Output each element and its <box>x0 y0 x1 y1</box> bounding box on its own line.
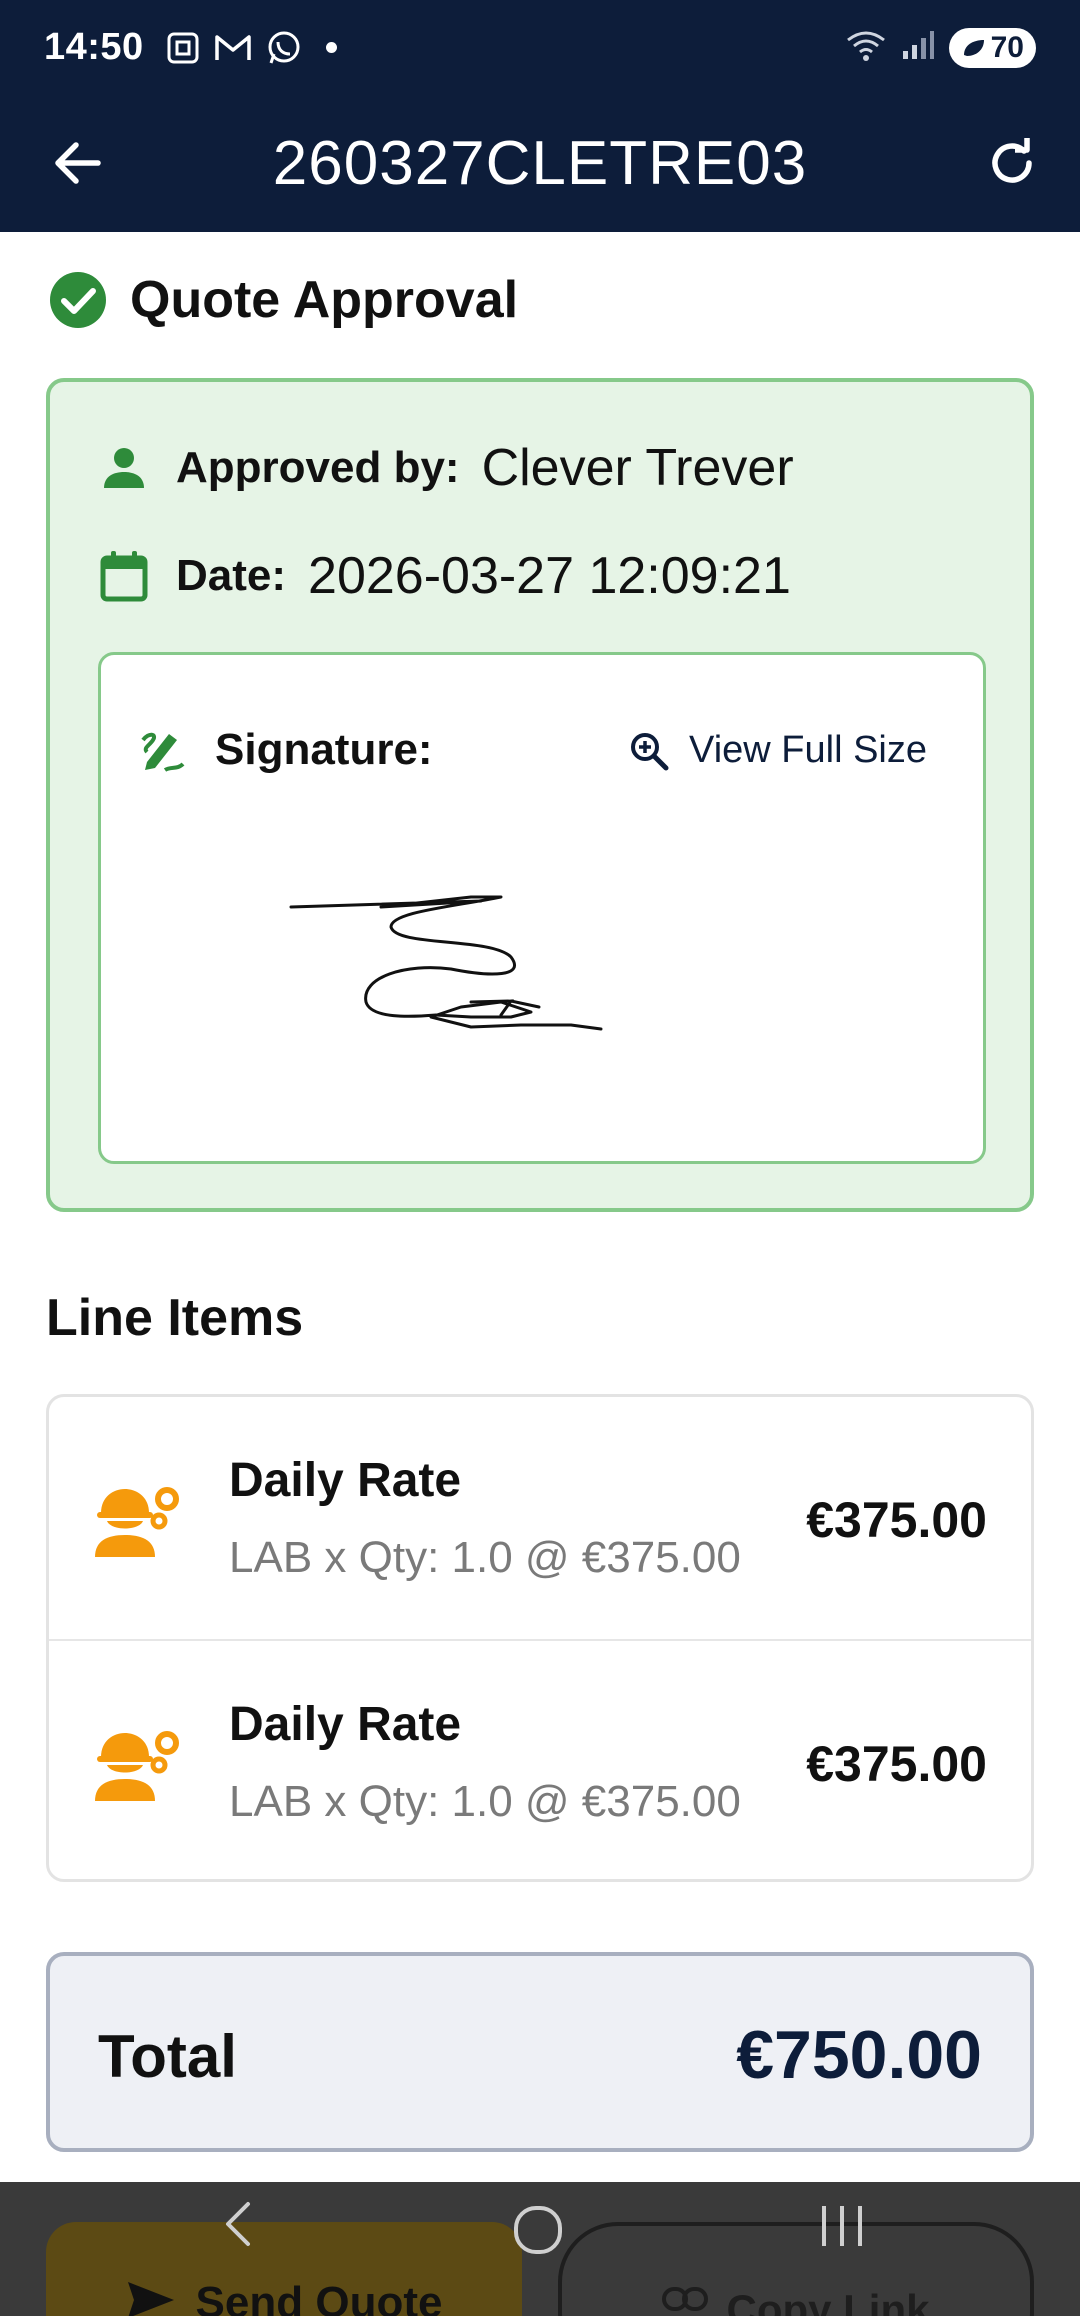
nav-back-icon[interactable] <box>220 2200 254 2248</box>
line-item[interactable]: Daily Rate LAB x Qty: 1.0 @ €375.00 €375… <box>49 1397 1031 1639</box>
line-item-name: Daily Rate <box>229 1454 462 1507</box>
person-icon <box>104 448 144 488</box>
signature-header: Signature: <box>139 725 433 775</box>
notification-icons <box>166 30 337 66</box>
gmail-icon <box>214 33 252 63</box>
back-button[interactable] <box>48 133 108 193</box>
nav-home-icon[interactable] <box>514 2206 562 2254</box>
signature-image <box>289 895 603 1031</box>
line-item-amount: €375.00 <box>806 1492 987 1548</box>
signal-icon <box>901 29 935 66</box>
quote-detail-screen: 14:50 70 260327CLETRE03 Quote Approval A… <box>0 0 1080 2316</box>
link-icon <box>662 2287 709 2311</box>
total-card: Total €750.00 <box>46 1952 1034 2152</box>
view-full-size-button[interactable]: View Full Size <box>629 729 927 772</box>
page-title: 260327CLETRE03 <box>272 129 808 198</box>
copy-link-label: Copy Link <box>726 2286 930 2316</box>
line-item-detail: LAB x Qty: 1.0 @ €375.00 <box>229 1777 741 1826</box>
line-item-amount: €375.00 <box>806 1736 987 1792</box>
total-amount: €750.00 <box>736 2017 982 2093</box>
bottom-action-bar: Send Quote Copy Link <box>0 2182 1080 2316</box>
system-icons: 70 <box>845 27 1036 68</box>
section-title: Quote Approval <box>130 271 519 329</box>
signature-label: Signature: <box>215 725 433 774</box>
signature-box: Signature: View Full Size <box>98 652 986 1164</box>
line-item-detail: LAB x Qty: 1.0 @ €375.00 <box>229 1533 741 1582</box>
line-item-name: Daily Rate <box>229 1698 462 1751</box>
worker-gears-icon <box>95 1487 179 1557</box>
approved-by-label: Approved by: <box>176 443 460 492</box>
date-value: 2026-03-27 12:09:21 <box>308 547 791 605</box>
view-full-size-label: View Full Size <box>689 729 927 771</box>
date-label: Date: <box>176 551 287 600</box>
zoom-in-icon <box>631 732 669 770</box>
line-items-title: Line Items <box>46 1289 304 1347</box>
wifi-icon <box>845 28 887 67</box>
battery-icon: 70 <box>948 27 1036 68</box>
dot-icon <box>325 42 337 53</box>
app-bar: 260327CLETRE03 <box>0 95 1080 232</box>
screenshot-icon <box>166 31 200 65</box>
send-quote-label: Send Quote <box>195 2278 443 2316</box>
approved-by-value: Clever Trever <box>481 439 794 497</box>
arrow-back-icon <box>55 142 101 184</box>
approval-card: Approved by: Clever Trever Date: 2026-03… <box>46 378 1034 1212</box>
status-bar: 14:50 70 <box>0 0 1080 95</box>
quote-approval-header: Quote Approval <box>48 270 518 330</box>
line-items-list: Daily Rate LAB x Qty: 1.0 @ €375.00 €375… <box>46 1394 1034 1882</box>
line-item[interactable]: Daily Rate LAB x Qty: 1.0 @ €375.00 €375… <box>49 1639 1031 1879</box>
refresh-icon <box>992 138 1032 183</box>
check-circle-icon <box>50 272 106 328</box>
whatsapp-icon <box>266 30 302 66</box>
date-row: Date: 2026-03-27 12:09:21 <box>100 546 791 606</box>
calendar-icon <box>100 551 148 602</box>
approved-by-row: Approved by: Clever Trever <box>100 438 794 498</box>
nav-recent-apps-icon[interactable] <box>820 2204 864 2248</box>
total-label: Total <box>98 2023 237 2090</box>
system-navigation-bar <box>0 2182 1080 2262</box>
status-time: 14:50 <box>44 26 144 68</box>
signature-icon <box>141 732 185 772</box>
worker-gears-icon <box>95 1731 179 1801</box>
send-icon <box>127 2282 174 2316</box>
battery-level: 70 <box>990 30 1024 64</box>
refresh-button[interactable] <box>980 131 1044 195</box>
